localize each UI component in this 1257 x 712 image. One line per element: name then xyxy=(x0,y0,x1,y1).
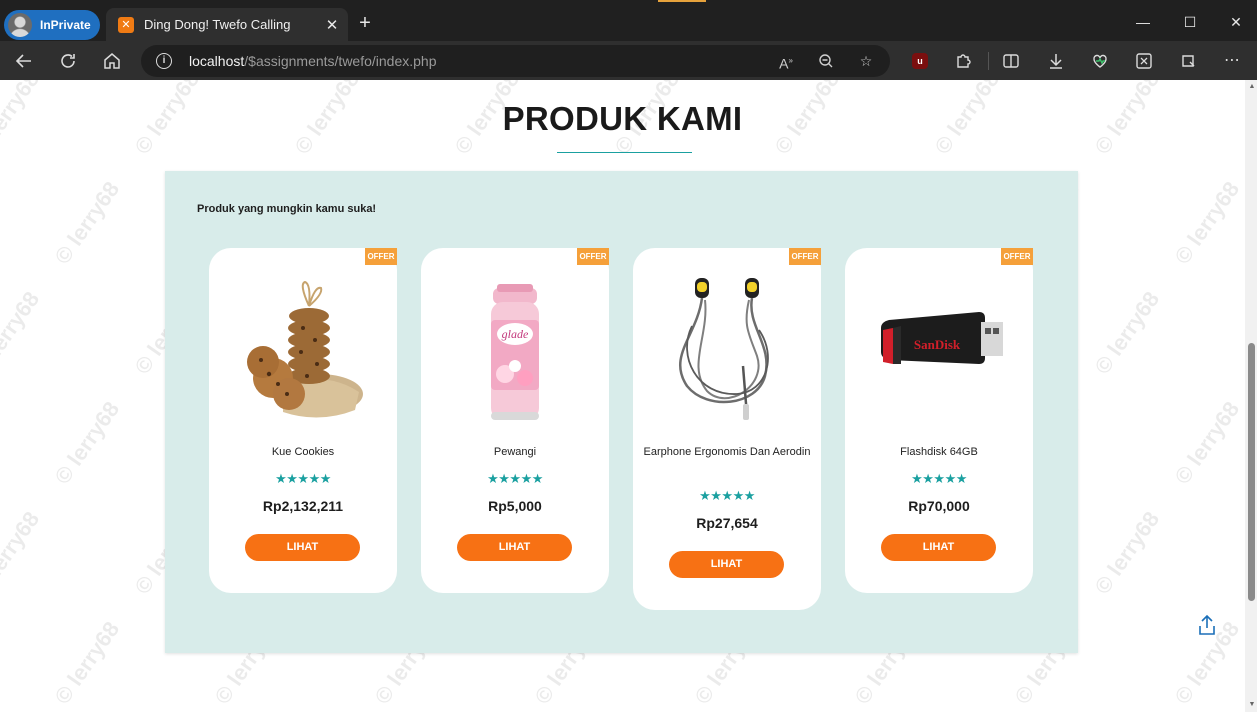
offer-badge: OFFER xyxy=(789,248,821,265)
xampp-favicon-icon: ✕ xyxy=(118,16,134,33)
product-card: OFFER Kue Cookies ★★★★★ Rp2,132,211 LIHA… xyxy=(209,248,397,593)
product-card: OFFER Earphone Ergonomis Dan Aerodin ★★★… xyxy=(633,248,821,610)
offer-badge: OFFER xyxy=(577,248,609,265)
rating-stars-icon: ★★★★★ xyxy=(911,471,967,486)
read-aloud-icon[interactable]: A» xyxy=(777,52,795,72)
watermark-text: © lerry68 xyxy=(49,616,125,709)
maximize-button[interactable]: ☐ xyxy=(1180,12,1200,32)
inprivate-badge[interactable]: InPrivate xyxy=(4,10,100,40)
minimize-button[interactable]: — xyxy=(1133,12,1153,32)
product-name: Kue Cookies xyxy=(271,446,335,458)
back-to-top-icon[interactable] xyxy=(1196,614,1218,636)
view-product-button[interactable]: LIHAT xyxy=(669,551,784,578)
product-price: Rp5,000 xyxy=(488,498,542,514)
offer-badge: OFFER xyxy=(1001,248,1033,265)
toolbar-separator xyxy=(988,52,989,70)
watermark-text: © lerry68 xyxy=(1169,176,1245,269)
browser-toolbar: i localhost/$assignments/twefo/index.php… xyxy=(0,41,1257,80)
watermark-text: © lerry68 xyxy=(1169,396,1245,489)
url-text[interactable]: localhost/$assignments/twefo/index.php xyxy=(189,53,437,69)
browser-titlebar: InPrivate ✕ Ding Dong! Twefo Calling ✕ +… xyxy=(0,0,1257,41)
product-card: OFFER glade Pewangi ★★★★★ Rp5,000 LIHAT xyxy=(421,248,609,593)
earphone-image xyxy=(679,278,769,420)
watermark-text: © lerry68 xyxy=(0,286,45,379)
cookies-image xyxy=(247,280,363,418)
view-product-button[interactable]: LIHAT xyxy=(881,534,996,561)
home-icon[interactable] xyxy=(101,50,123,72)
scrollbar-thumb[interactable] xyxy=(1248,343,1255,601)
page-content: © lerry68© lerry68© lerry68© lerry68© le… xyxy=(0,80,1245,712)
web-capture-icon[interactable] xyxy=(1133,50,1155,72)
rating-stars-icon: ★★★★★ xyxy=(487,471,543,486)
zoom-icon[interactable] xyxy=(817,52,835,70)
product-card: OFFER SanDisk Flashdisk 64GB ★★★★★ Rp70,… xyxy=(845,248,1033,593)
favorite-star-icon[interactable]: ☆ xyxy=(857,52,875,70)
flashdisk-image: SanDisk xyxy=(881,312,1003,364)
collections-icon[interactable] xyxy=(1177,50,1199,72)
product-name: Flashdisk 64GB xyxy=(900,446,978,458)
extensions-icon[interactable] xyxy=(952,50,974,72)
watermark-text: © lerry68 xyxy=(49,396,125,489)
scroll-down-arrow-icon[interactable]: ▼ xyxy=(1247,700,1257,710)
watermark-text: © lerry68 xyxy=(1089,506,1165,599)
tab-title: Ding Dong! Twefo Calling xyxy=(144,17,291,32)
scroll-up-arrow-icon[interactable]: ▲ xyxy=(1247,82,1257,92)
titlebar-accent xyxy=(658,0,706,2)
product-price: Rp70,000 xyxy=(908,498,970,514)
product-name: Pewangi xyxy=(493,446,537,458)
products-panel: Produk yang mungkin kamu suka! OFFER Kue… xyxy=(165,171,1078,653)
page-title: PRODUK KAMI xyxy=(502,100,743,137)
product-name: Earphone Ergonomis Dan Aerodin xyxy=(643,446,811,458)
browser-essentials-icon[interactable] xyxy=(1089,50,1111,72)
svg-text:glade: glade xyxy=(502,327,529,341)
watermark-text: © lerry68 xyxy=(1089,286,1165,379)
new-tab-button[interactable]: + xyxy=(354,12,376,34)
site-info-icon[interactable]: i xyxy=(156,53,172,69)
address-bar[interactable]: i localhost/$assignments/twefo/index.php… xyxy=(141,45,890,77)
refresh-icon[interactable] xyxy=(57,50,79,72)
more-menu-icon[interactable]: ⋯ xyxy=(1221,50,1243,72)
rating-stars-icon: ★★★★★ xyxy=(699,488,755,503)
offer-badge: OFFER xyxy=(365,248,397,265)
air-freshener-image: glade xyxy=(491,284,539,420)
rating-stars-icon: ★★★★★ xyxy=(275,471,331,486)
product-price: Rp2,132,211 xyxy=(262,498,344,514)
downloads-icon[interactable] xyxy=(1045,50,1067,72)
back-icon[interactable] xyxy=(13,50,35,72)
inprivate-label: InPrivate xyxy=(40,18,91,32)
svg-text:SanDisk: SanDisk xyxy=(914,337,961,352)
title-underline xyxy=(557,152,692,153)
view-product-button[interactable]: LIHAT xyxy=(245,534,360,561)
product-price: Rp27,654 xyxy=(696,515,758,531)
products-subtitle: Produk yang mungkin kamu suka! xyxy=(197,203,377,215)
view-product-button[interactable]: LIHAT xyxy=(457,534,572,561)
split-screen-icon[interactable] xyxy=(1000,50,1022,72)
ublock-extension-icon[interactable]: u xyxy=(912,53,928,69)
tab-active[interactable]: ✕ Ding Dong! Twefo Calling ✕ xyxy=(106,8,348,41)
watermark-text: © lerry68 xyxy=(49,176,125,269)
profile-avatar-icon xyxy=(8,13,32,37)
close-window-button[interactable]: ✕ xyxy=(1226,12,1246,32)
tab-close-icon[interactable]: ✕ xyxy=(320,16,344,34)
watermark-text: © lerry68 xyxy=(0,506,45,599)
